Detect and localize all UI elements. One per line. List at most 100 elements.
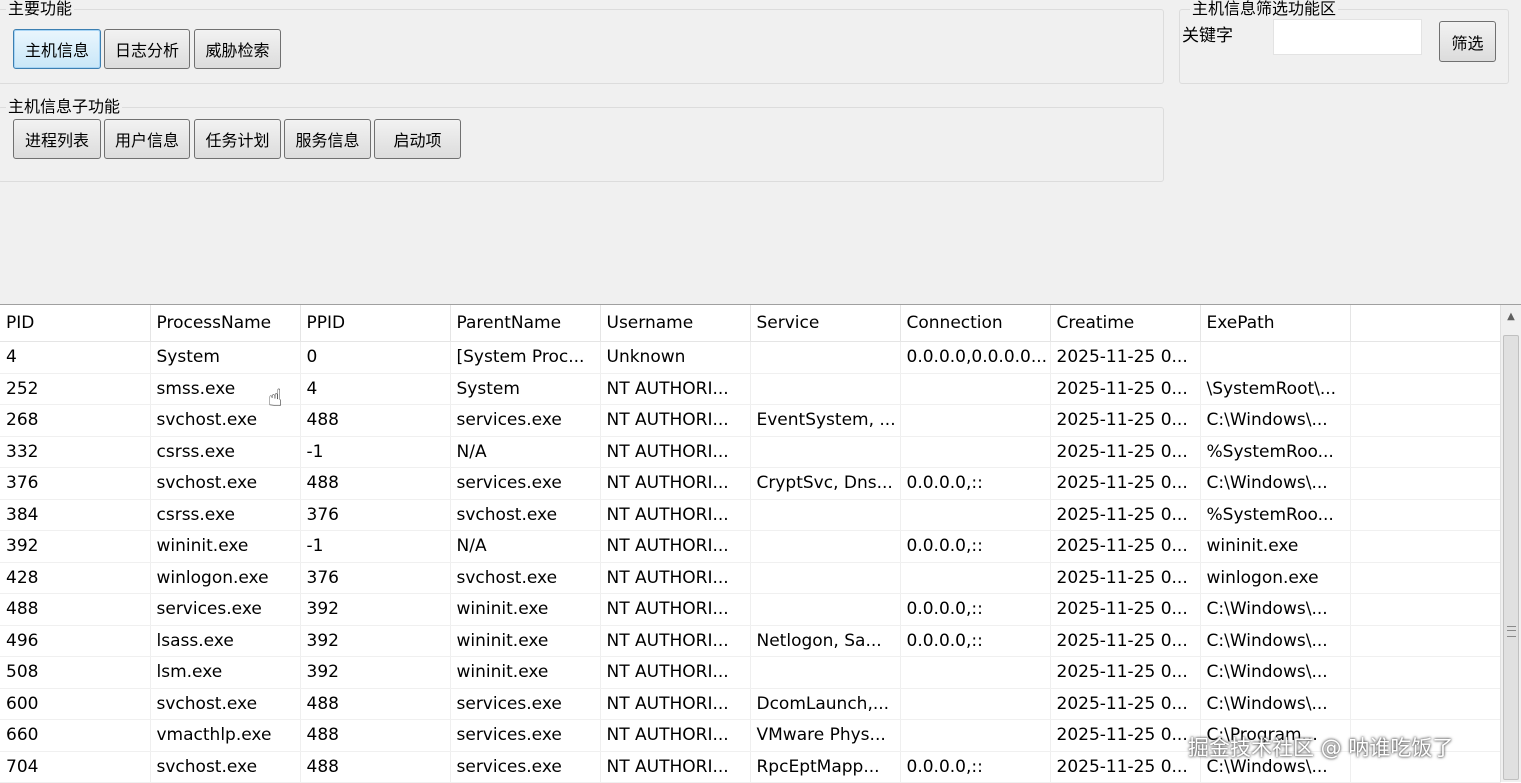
table-cell-ppid: -1 <box>300 436 451 468</box>
host-info-button[interactable]: 主机信息 <box>13 29 101 69</box>
keyword-input[interactable] <box>1273 19 1422 55</box>
scroll-up-arrow-icon[interactable]: ▲ <box>1501 305 1521 327</box>
column-header-processname[interactable]: ProcessName <box>150 305 301 342</box>
table-cell-username: NT AUTHORI... <box>600 436 751 468</box>
table-cell-pid: 660 <box>0 719 151 752</box>
process-list-button[interactable]: 进程列表 <box>13 119 101 159</box>
column-header-connection[interactable]: Connection <box>900 305 1051 342</box>
log-analysis-button[interactable]: 日志分析 <box>104 29 190 69</box>
table-cell-username: NT AUTHORI... <box>600 373 751 405</box>
table-row[interactable]: 600 svchost.exe 488 services.exe NT AUTHORI.… <box>0 688 1501 720</box>
table-cell-ppid: 376 <box>300 499 451 531</box>
keyword-label: 关键字 <box>1182 26 1233 46</box>
vertical-scrollbar[interactable]: ▲ <box>1500 305 1521 782</box>
table-row[interactable]: 376 svchost.exe 488 services.exe NT AUTHORI.… <box>0 467 1501 500</box>
table-cell-ppid: 392 <box>300 656 451 689</box>
table-cell-ppid: 488 <box>300 751 451 783</box>
table-cell-filler <box>1350 404 1501 437</box>
table-cell-creatime: 2025-11-25 0... <box>1050 341 1201 374</box>
table-cell-connection <box>900 562 1051 594</box>
main-functions-title: 主要功能 <box>6 0 75 18</box>
table-cell-processname: svchost.exe <box>150 688 301 720</box>
watermark: 掘金技术社区 @ 呐谁吃饭了 <box>1188 736 1454 760</box>
table-cell-creatime: 2025-11-25 0... <box>1050 688 1201 720</box>
column-header-exepath[interactable]: ExePath <box>1200 305 1351 342</box>
table-cell-username: NT AUTHORI... <box>600 656 751 689</box>
table-cell-pid: 600 <box>0 688 151 720</box>
table-cell-filler <box>1350 530 1501 563</box>
table-cell-ppid: 488 <box>300 467 451 500</box>
table-cell-pid: 268 <box>0 404 151 437</box>
table-cell-username: NT AUTHORI... <box>600 499 751 531</box>
table-cell-parentname: System <box>450 373 601 405</box>
table-row[interactable]: 4 System 0 [System Proc... Unknown 0.0.0.0,0.… <box>0 341 1501 374</box>
table-cell-creatime: 2025-11-25 0... <box>1050 499 1201 531</box>
table-row[interactable]: 488 services.exe 392 wininit.exe NT AUTHORI.… <box>0 593 1501 626</box>
column-header-service[interactable]: Service <box>750 305 901 342</box>
table-cell-creatime: 2025-11-25 0... <box>1050 404 1201 437</box>
table-row[interactable]: 496 lsass.exe 392 wininit.exe NT AUTHORI... N… <box>0 625 1501 657</box>
table-cell-service <box>750 436 901 468</box>
table-cell-creatime: 2025-11-25 0... <box>1050 530 1201 563</box>
table-cell-service: DcomLaunch,... <box>750 688 901 720</box>
scheduled-tasks-button[interactable]: 任务计划 <box>194 119 281 159</box>
table-cell-service: RpcEptMapp... <box>750 751 901 783</box>
column-header-parentname[interactable]: ParentName <box>450 305 601 342</box>
table-cell-filler <box>1350 436 1501 468</box>
table-cell-processname: lsm.exe <box>150 656 301 689</box>
table-cell-filler <box>1350 688 1501 720</box>
table-row[interactable]: 384 csrss.exe 376 svchost.exe NT AUTHORI... 2… <box>0 499 1501 531</box>
table-row[interactable]: 392 wininit.exe -1 N/A NT AUTHORI... 0.0.0.0,… <box>0 530 1501 563</box>
table-cell-processname: svchost.exe <box>150 751 301 783</box>
table-row[interactable]: 332 csrss.exe -1 N/A NT AUTHORI... 2025-11-25… <box>0 436 1501 468</box>
table-cell-pid: 252 <box>0 373 151 405</box>
table-cell-ppid: 488 <box>300 404 451 437</box>
table-cell-parentname: services.exe <box>450 751 601 783</box>
table-row[interactable]: 428 winlogon.exe 376 svchost.exe NT AUTHORI.… <box>0 562 1501 594</box>
table-cell-creatime: 2025-11-25 0... <box>1050 656 1201 689</box>
table-cell-connection <box>900 373 1051 405</box>
filter-button[interactable]: 筛选 <box>1439 21 1496 62</box>
table-cell-service: CryptSvc, Dns... <box>750 467 901 500</box>
hand-cursor-icon: ☝ <box>268 384 283 412</box>
filter-group-title: 主机信息筛选功能区 <box>1190 0 1339 18</box>
process-table: PID ProcessName PPID ParentName Username Serv… <box>0 305 1501 783</box>
table-cell-service <box>750 593 901 626</box>
table-cell-creatime: 2025-11-25 0... <box>1050 373 1201 405</box>
table-cell-service <box>750 530 901 563</box>
table-cell-service: VMware Phys... <box>750 719 901 752</box>
table-cell-filler <box>1350 373 1501 405</box>
table-cell-exepath: C:\Windows\... <box>1200 625 1351 657</box>
table-row[interactable]: 268 svchost.exe 488 services.exe NT AUTHORI.… <box>0 404 1501 437</box>
table-cell-connection <box>900 688 1051 720</box>
table-cell-processname: vmacthlp.exe <box>150 719 301 752</box>
startup-items-button[interactable]: 启动项 <box>374 119 461 159</box>
column-header-username[interactable]: Username <box>600 305 751 342</box>
table-cell-ppid: 488 <box>300 688 451 720</box>
table-cell-processname: csrss.exe <box>150 436 301 468</box>
column-header-ppid[interactable]: PPID <box>300 305 451 342</box>
column-header-creatime[interactable]: Creatime <box>1050 305 1201 342</box>
table-cell-ppid: 488 <box>300 719 451 752</box>
table-cell-processname: lsass.exe <box>150 625 301 657</box>
threat-search-button[interactable]: 威胁检索 <box>194 29 281 69</box>
table-cell-username: NT AUTHORI... <box>600 688 751 720</box>
process-table-container: PID ProcessName PPID ParentName Username Serv… <box>0 304 1521 783</box>
table-cell-exepath: C:\Windows\... <box>1200 656 1351 689</box>
column-header-pid[interactable]: PID <box>0 305 151 342</box>
scroll-thumb[interactable] <box>1503 335 1519 780</box>
table-row[interactable]: 508 lsm.exe 392 wininit.exe NT AUTHORI... 202… <box>0 656 1501 689</box>
table-cell-exepath: C:\Windows\... <box>1200 593 1351 626</box>
table-cell-exepath: wininit.exe <box>1200 530 1351 563</box>
table-cell-filler <box>1350 499 1501 531</box>
table-cell-ppid: 376 <box>300 562 451 594</box>
table-cell-parentname: N/A <box>450 530 601 563</box>
service-info-button[interactable]: 服务信息 <box>284 119 371 159</box>
table-row[interactable]: 252 smss.exe 4 System NT AUTHORI... 2025-11-2… <box>0 373 1501 405</box>
table-cell-ppid: -1 <box>300 530 451 563</box>
table-cell-parentname: services.exe <box>450 719 601 752</box>
table-cell-connection <box>900 719 1051 752</box>
user-info-button[interactable]: 用户信息 <box>104 119 190 159</box>
sub-functions-title: 主机信息子功能 <box>6 97 123 116</box>
table-cell-username: NT AUTHORI... <box>600 562 751 594</box>
